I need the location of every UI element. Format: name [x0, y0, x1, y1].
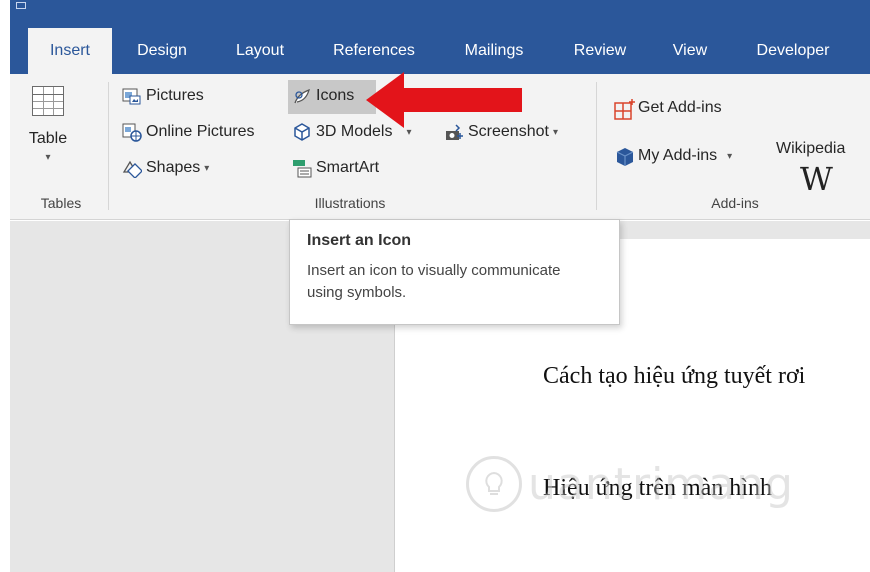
tooltip: Insert an Icon Insert an icon to visuall… [289, 219, 620, 325]
pictures-label: Pictures [146, 87, 204, 104]
icons-icon [292, 86, 312, 106]
chevron-down-icon: ▾ [45, 152, 51, 163]
group-label-illustrations: Illustrations [314, 195, 386, 211]
icons-label: Icons [316, 87, 355, 104]
my-addins-icon [614, 146, 634, 166]
online-pictures-label: Online Pictures [146, 123, 255, 140]
my-addins-label: My Add-ins [638, 147, 718, 164]
shapes-label: Shapes [146, 159, 201, 176]
chevron-down-icon: ▾ [552, 126, 558, 138]
chevron-down-icon[interactable]: ▾ [727, 151, 732, 162]
title-bar [10, 0, 870, 28]
table-label: Table [28, 130, 68, 147]
chevron-down-icon: ▾ [204, 162, 210, 174]
screen-edge [0, 0, 10, 572]
document-line-1: Cách tạo hiệu ứng tuyết rơi [543, 363, 806, 389]
wikipedia-icon: W [800, 160, 833, 198]
tab-design[interactable]: Design [122, 28, 202, 74]
group-label-tables: Tables [40, 195, 82, 211]
tab-developer[interactable]: Developer [738, 28, 848, 74]
shapes-icon [122, 158, 143, 179]
tab-layout[interactable]: Layout [222, 28, 298, 74]
table-button[interactable]: Table ▾ [24, 86, 72, 163]
group-label-addins: Add-ins [711, 195, 759, 211]
smartart-icon [292, 158, 312, 178]
smartart-label: SmartArt [316, 159, 380, 176]
cube-icon [292, 122, 312, 142]
tooltip-description: Insert an icon to visually communicate u… [307, 262, 561, 301]
wikipedia-label: Wikipedia [776, 140, 846, 157]
group-separator [108, 82, 109, 210]
online-pictures-button[interactable]: Online Pictures [122, 122, 255, 142]
smartart-button[interactable]: SmartArt [292, 158, 379, 178]
tab-insert[interactable]: Insert [28, 28, 112, 74]
lightbulb-icon [466, 456, 522, 512]
tab-view[interactable]: View [660, 28, 720, 74]
watermark-text: uantrimang [528, 458, 794, 510]
online-pictures-icon [122, 122, 142, 142]
shapes-button[interactable]: Shapes ▾ [122, 158, 210, 179]
watermark: uantrimang [466, 456, 794, 512]
tooltip-title: Insert an Icon [307, 232, 412, 249]
wikipedia-button[interactable]: Wikipedia [776, 140, 845, 158]
group-separator [596, 82, 597, 210]
window-icon [16, 2, 26, 9]
icons-button[interactable]: Icons [292, 86, 354, 106]
get-addins-button[interactable]: Get Add-ins [614, 98, 722, 120]
red-arrow-annotation [366, 72, 522, 128]
get-addins-icon [614, 98, 635, 120]
pictures-icon [122, 86, 142, 106]
pictures-button[interactable]: Pictures [122, 86, 204, 106]
table-icon [32, 86, 64, 116]
tab-review[interactable]: Review [558, 28, 642, 74]
get-addins-label: Get Add-ins [638, 99, 722, 116]
my-addins-button[interactable]: My Add-ins ▾ [614, 146, 732, 166]
